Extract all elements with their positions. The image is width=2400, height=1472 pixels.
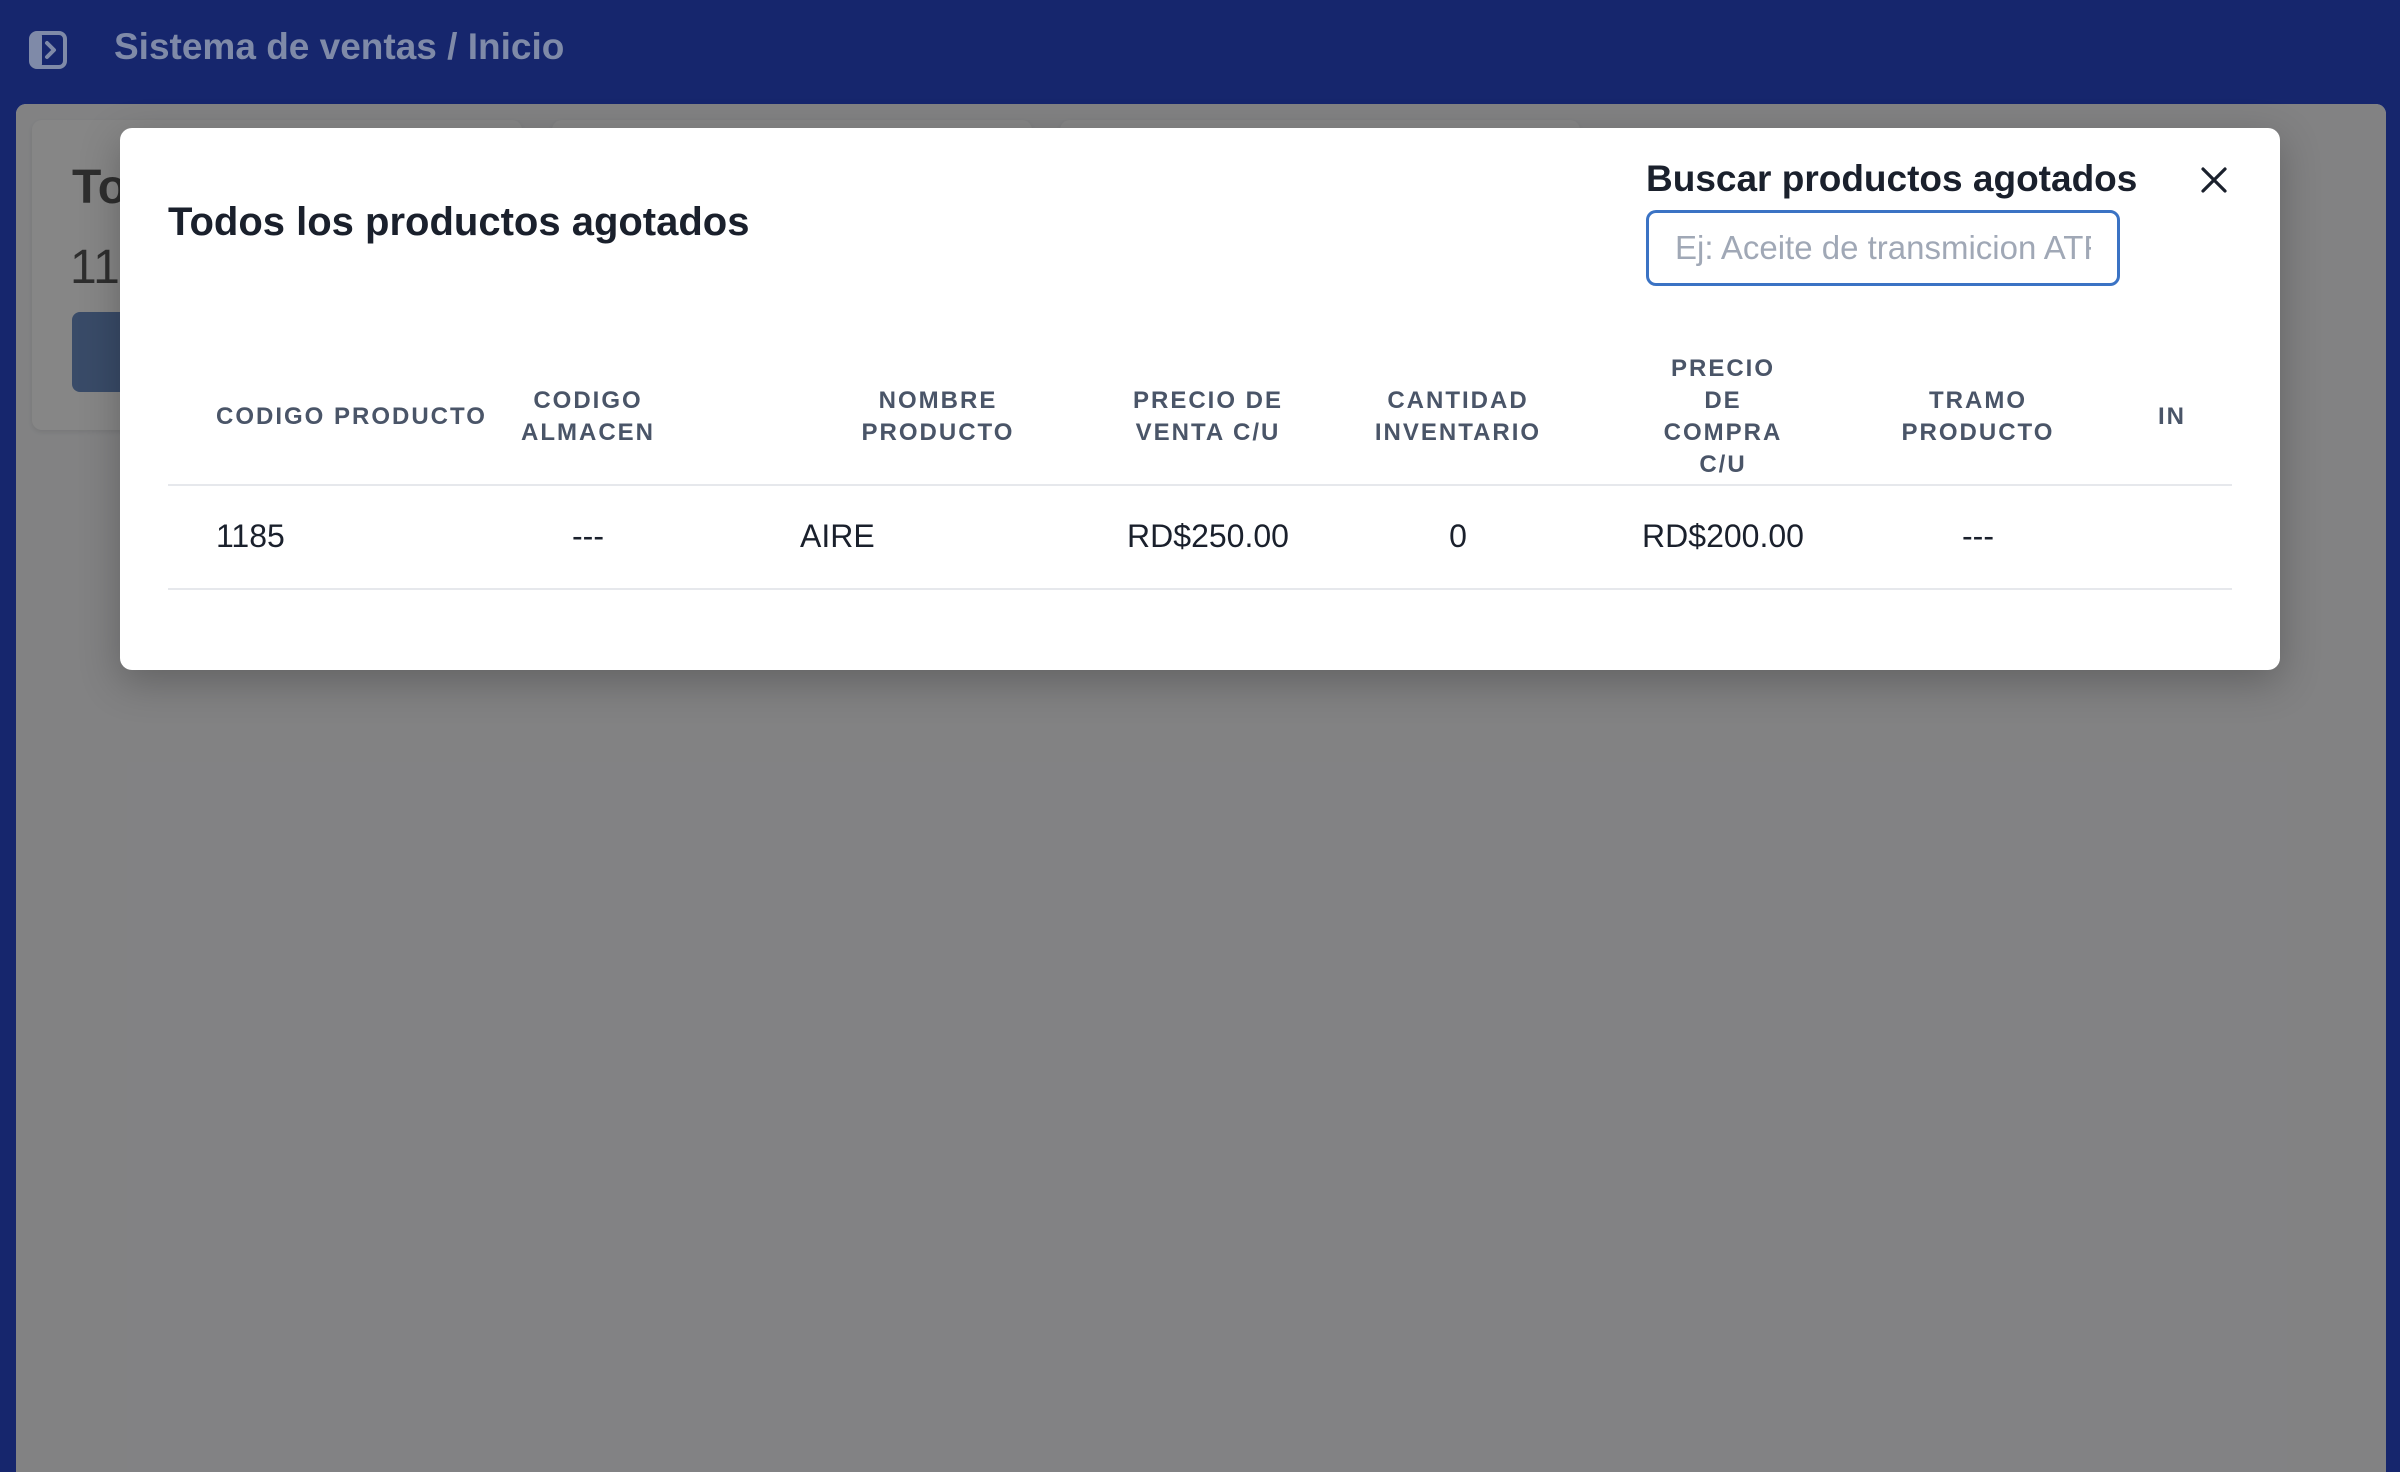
- table-header: CODIGO PRODUCTO CODIGO ALMACEN NOMBRE PR…: [168, 350, 2232, 486]
- sidebar-toggle-button[interactable]: [28, 30, 68, 70]
- close-button[interactable]: [2190, 156, 2238, 204]
- top-bar: Sistema de ventas / Inicio: [0, 0, 2400, 104]
- column-header-codigo-almacen: CODIGO ALMACEN: [521, 387, 655, 446]
- table-row[interactable]: 1185 --- AIRE RD$250.00 0 RD$200.00 ---: [168, 484, 2232, 590]
- breadcrumb-title: Sistema de ventas / Inicio: [114, 26, 565, 67]
- search-input[interactable]: [1646, 210, 2120, 286]
- close-icon: [2201, 167, 2227, 193]
- cell-codigo-producto: 1185: [216, 517, 285, 554]
- out-of-stock-modal: Todos los productos agotados Buscar prod…: [120, 128, 2280, 670]
- column-header-nombre-producto: NOMBRE PRODUCTO: [861, 387, 1015, 446]
- cell-truncated: [2158, 484, 2232, 588]
- column-header-codigo-producto: CODIGO PRODUCTO: [216, 403, 487, 430]
- cell-precio-compra: RD$200.00: [1642, 517, 1804, 554]
- column-header-precio-venta: PRECIO DE VENTA C/U: [1132, 387, 1284, 446]
- cell-codigo-almacen: ---: [572, 517, 604, 554]
- column-header-tramo-producto: TRAMO PRODUCTO: [1901, 387, 2055, 446]
- cell-cantidad-inventario: 0: [1449, 517, 1467, 554]
- column-header-cantidad-inventario: CANTIDAD INVENTARIO: [1374, 387, 1542, 446]
- cell-precio-venta: RD$250.00: [1127, 517, 1289, 554]
- modal-title: Todos los productos agotados: [168, 200, 750, 244]
- column-header-precio-compra: PRECIO DE COMPRA C/U: [1663, 355, 1783, 478]
- cell-nombre-producto: AIRE: [800, 517, 875, 554]
- cell-tramo-producto: ---: [1962, 517, 1994, 554]
- sidebar-toggle-icon: [29, 31, 67, 69]
- column-header-truncated: IN: [2158, 403, 2186, 430]
- search-label: Buscar productos agotados: [1646, 158, 2138, 199]
